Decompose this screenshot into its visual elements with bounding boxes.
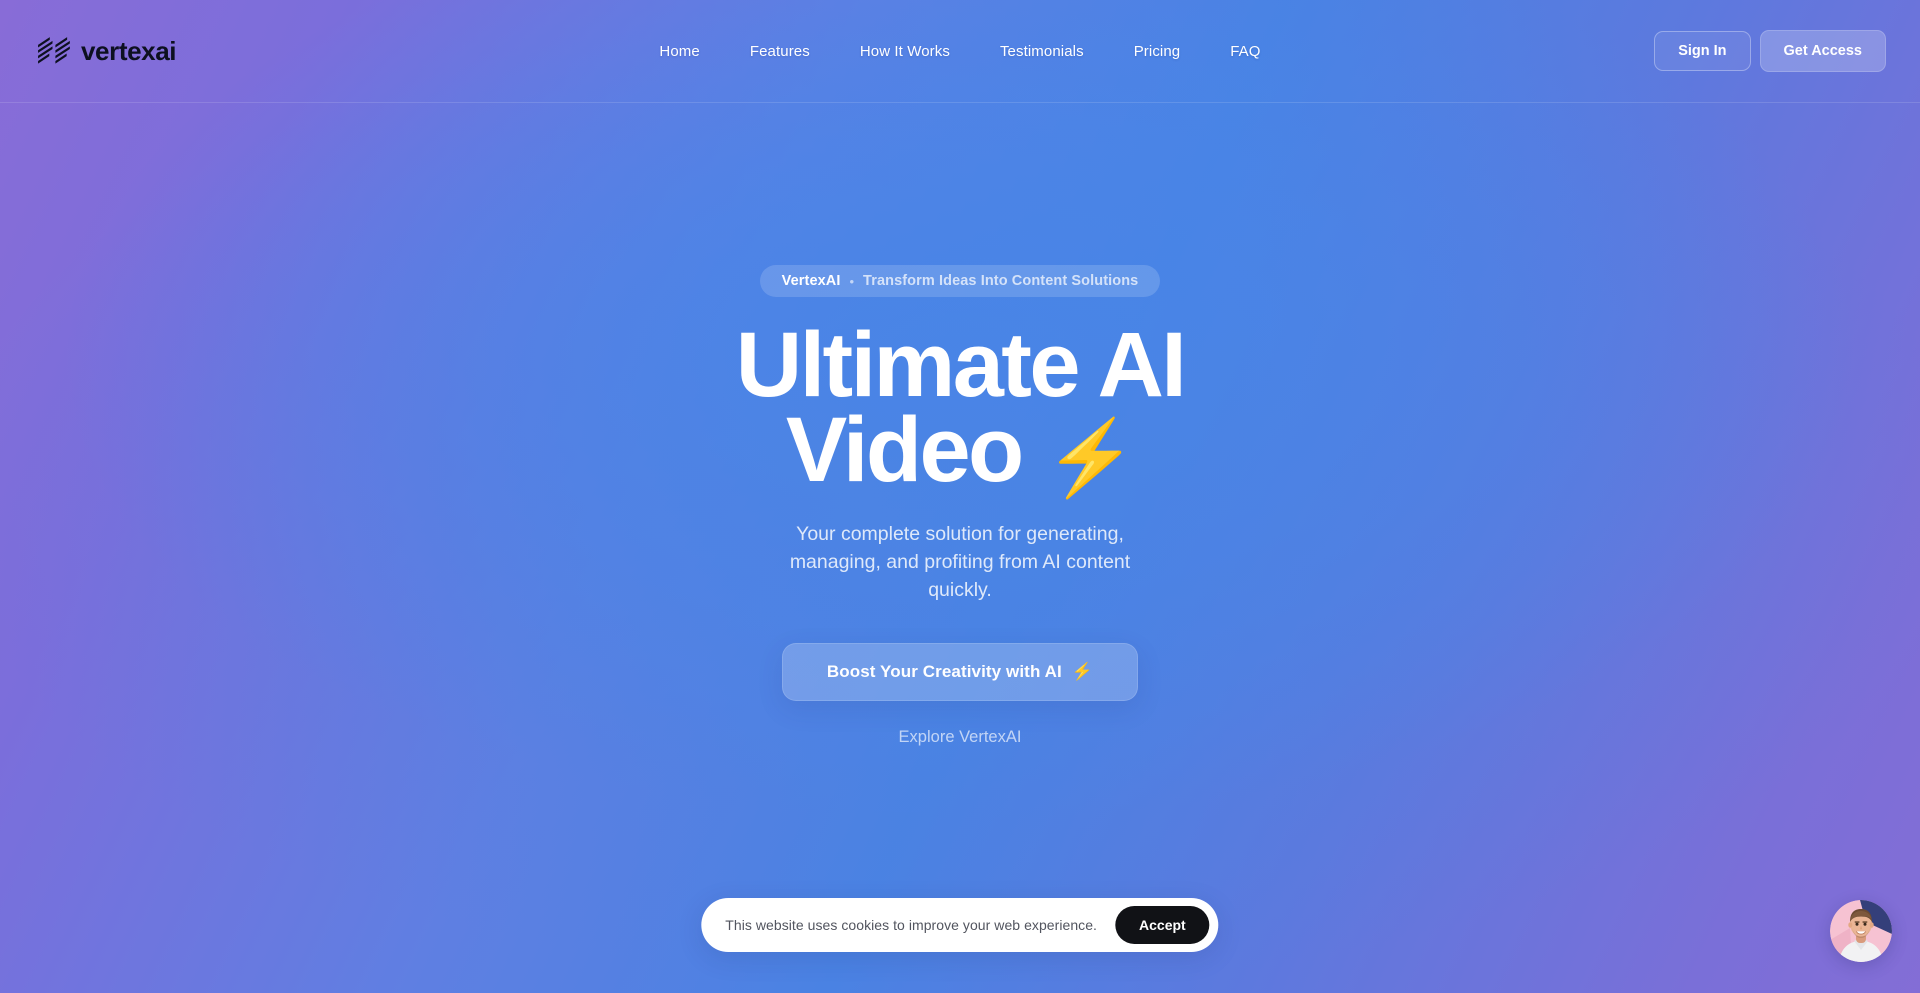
get-access-button[interactable]: Get Access [1759, 30, 1886, 72]
hero-badge-brand: VertexAI [781, 273, 841, 289]
hero-headline: Ultimate AI Video ⚡ [736, 319, 1187, 496]
nav-item-testimonials[interactable]: Testimonials [1000, 43, 1084, 60]
hero-subheadline: Your complete solution for generating, m… [789, 523, 1131, 601]
page-root: vertexai Home Features How It Works Test… [0, 0, 1920, 993]
nav-item-features[interactable]: Features [750, 43, 810, 60]
header-actions: Sign In Get Access [1654, 30, 1886, 72]
hero-badge[interactable]: VertexAI • Transform Ideas Into Content … [759, 265, 1161, 297]
nav-item-faq[interactable]: FAQ [1230, 43, 1260, 60]
explore-vertexai-link[interactable]: Explore VertexAI [899, 728, 1022, 747]
hero-headline-line2: Video [785, 398, 1024, 501]
nav-item-how-it-works[interactable]: How It Works [860, 43, 950, 60]
boost-creativity-cta-button[interactable]: Boost Your Creativity with AI ⚡ [781, 643, 1139, 702]
hero-section: VertexAI • Transform Ideas Into Content … [0, 103, 1920, 747]
lightning-bolt-icon: ⚡ [1044, 415, 1137, 499]
hero-badge-separator: • [849, 273, 855, 289]
avatar-image [1830, 900, 1892, 962]
main-navigation: Home Features How It Works Testimonials … [0, 43, 1920, 60]
support-agent-avatar[interactable] [1830, 900, 1892, 962]
nav-item-home[interactable]: Home [659, 43, 699, 60]
hero-badge-text: Transform Ideas Into Content Solutions [863, 273, 1139, 289]
cta-lightning-bolt-icon: ⚡ [1071, 662, 1094, 682]
nav-item-pricing[interactable]: Pricing [1134, 43, 1181, 60]
cta-label: Boost Your Creativity with AI [826, 662, 1062, 682]
cookie-accept-button[interactable]: Accept [1115, 906, 1210, 944]
sign-in-button[interactable]: Sign In [1654, 31, 1751, 71]
cookie-consent-banner: This website uses cookies to improve you… [701, 898, 1219, 952]
site-header: vertexai Home Features How It Works Test… [0, 0, 1920, 103]
cookie-message: This website uses cookies to improve you… [725, 917, 1098, 933]
